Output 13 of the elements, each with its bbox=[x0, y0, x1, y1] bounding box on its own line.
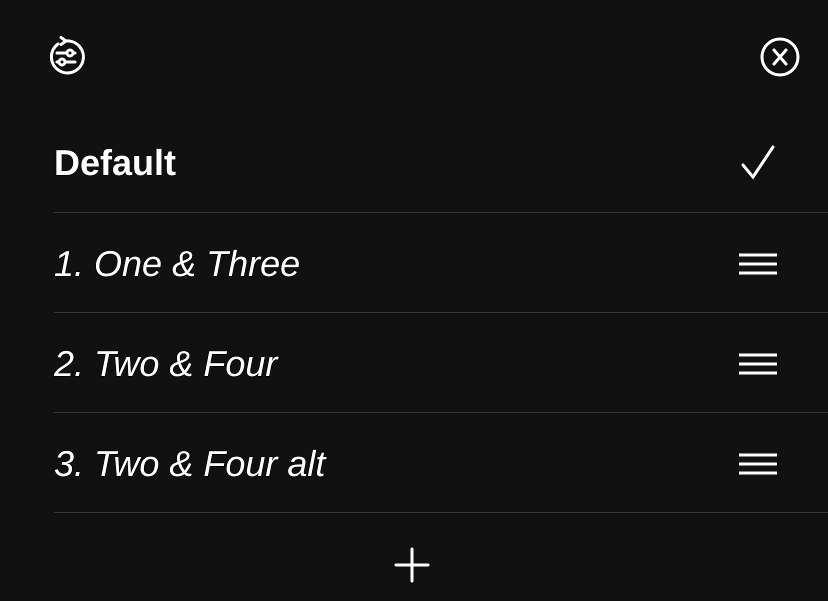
drag-handle-icon[interactable] bbox=[738, 452, 778, 476]
add-icon[interactable] bbox=[394, 547, 430, 583]
preset-row[interactable]: 2. Two & Four bbox=[54, 313, 828, 413]
drag-handle-icon[interactable] bbox=[738, 352, 778, 376]
preset-label: 3. Two & Four alt bbox=[54, 442, 326, 484]
close-icon[interactable] bbox=[759, 36, 801, 78]
preset-row[interactable]: Default bbox=[54, 86, 828, 213]
preset-row[interactable]: 3. Two & Four alt bbox=[54, 413, 828, 513]
preset-row[interactable]: 1. One & Three bbox=[54, 213, 828, 313]
drag-handle-icon[interactable] bbox=[738, 252, 778, 276]
preset-label: 2. Two & Four bbox=[54, 342, 278, 384]
preset-label: Default bbox=[54, 142, 176, 184]
preset-label: 1. One & Three bbox=[54, 242, 300, 284]
